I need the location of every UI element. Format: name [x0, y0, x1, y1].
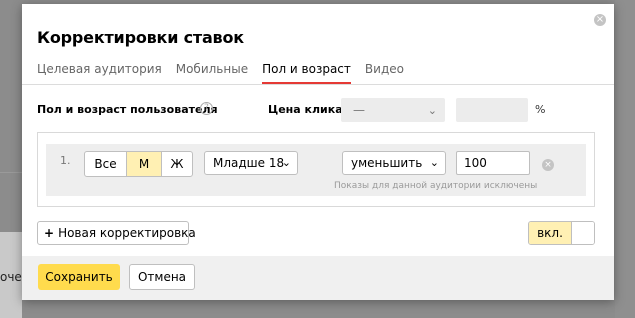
toggle-knob [572, 222, 594, 244]
close-icon[interactable]: × [594, 14, 606, 26]
percent-input[interactable] [456, 98, 528, 122]
age-select[interactable]: Младше 18 ⌄ [204, 151, 298, 175]
tab-video[interactable]: Видео [365, 62, 404, 84]
cancel-button[interactable]: Отмена [129, 264, 195, 290]
price-select[interactable]: — ⌄ [341, 98, 445, 122]
bid-adjustments-dialog: × Корректировки ставок Целевая аудитория… [22, 4, 614, 300]
tabs-bar: Целевая аудитория Мобильные Пол и возрас… [37, 62, 404, 84]
gender-selector: Все М Ж [84, 151, 193, 177]
plus-icon: + [44, 226, 55, 240]
new-adjustment-button[interactable]: + Новая корректировка [37, 221, 196, 245]
gender-female-button[interactable]: Ж [162, 152, 192, 176]
enable-toggle[interactable]: вкл. [528, 221, 595, 245]
background-partial-text: очe [0, 270, 22, 284]
tab-gender-age[interactable]: Пол и возраст [262, 62, 351, 84]
chevron-down-icon: ⌄ [429, 156, 439, 169]
dialog-title: Корректировки ставок [37, 28, 244, 47]
age-select-value: Младше 18 [213, 156, 285, 170]
price-select-value: — [353, 103, 365, 117]
adjustment-mode-select[interactable]: уменьшить ⌄ [342, 151, 446, 175]
row-number: 1. [60, 154, 71, 167]
help-icon[interactable]: ? [200, 102, 213, 115]
row-hint: Показы для данной аудитории исключены [334, 181, 538, 191]
audience-label: Пол и возраст пользователя [37, 103, 218, 116]
mode-select-value: уменьшить [351, 156, 423, 170]
tab-mobile[interactable]: Мобильные [176, 62, 248, 84]
remove-row-icon[interactable]: × [542, 159, 554, 171]
chevron-down-icon: ⌄ [281, 156, 291, 169]
percent-sign: % [535, 103, 546, 116]
background-right-edge [615, 0, 635, 318]
amount-input[interactable]: 100 [456, 151, 530, 175]
gender-male-button[interactable]: М [127, 152, 162, 176]
save-button[interactable]: Сохранить [38, 264, 120, 290]
toggle-on-label: вкл. [529, 222, 572, 244]
gender-all-button[interactable]: Все [85, 152, 127, 176]
price-label: Цена клика [268, 103, 343, 116]
background-divider [0, 172, 22, 173]
new-adjustment-label: Новая корректировка [58, 226, 196, 240]
chevron-down-icon: ⌄ [427, 104, 437, 117]
tabs-divider [22, 84, 614, 85]
tab-target-audience[interactable]: Целевая аудитория [37, 62, 162, 84]
